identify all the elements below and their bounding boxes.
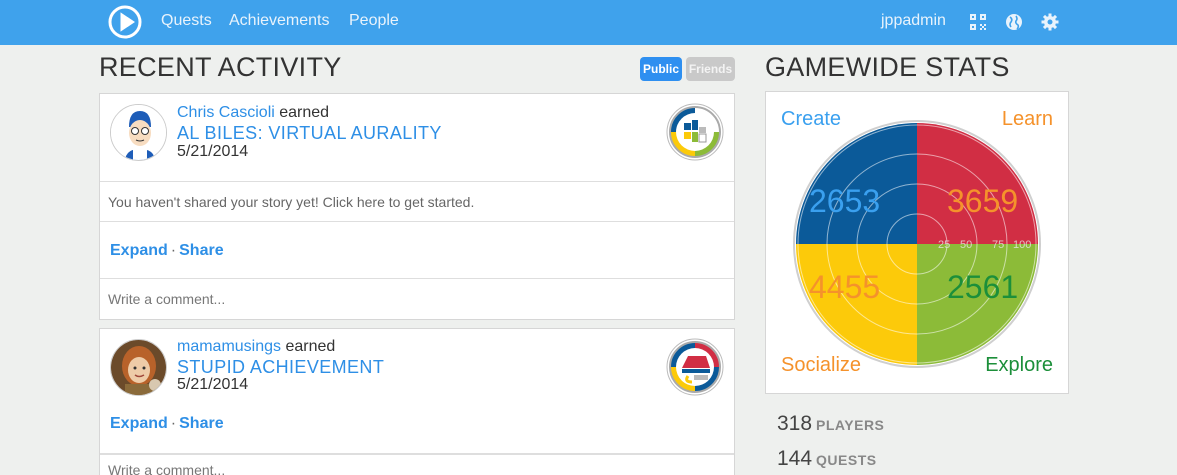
user-menu-link[interactable]: jppadmin — [881, 12, 946, 30]
nav-people-link[interactable]: People — [349, 12, 399, 30]
ring-label: 25 — [938, 239, 950, 251]
achievement-badge-icon[interactable] — [666, 103, 724, 161]
recent-activity-heading: RECENT ACTIVITY — [99, 52, 342, 82]
explore-value: 2561 — [947, 269, 1018, 305]
top-nav: Quests Achievements People jppadmin — [0, 0, 1177, 45]
gamewide-stats-heading: GAMEWIDE STATS — [765, 52, 1010, 82]
separator: · — [170, 415, 177, 432]
socialize-value: 4455 — [809, 269, 880, 305]
story-prompt[interactable]: You haven't shared your story yet! Click… — [100, 182, 734, 222]
quests-stat: 144 QUESTS — [777, 447, 877, 471]
activity-header: Chris Cascioli earned AL BILES: VIRTUAL … — [100, 94, 734, 182]
app-logo-icon[interactable] — [108, 5, 142, 39]
filter-public-button[interactable]: Public — [640, 57, 682, 81]
learn-label: Learn — [1001, 108, 1053, 130]
ring-label: 100 — [1013, 239, 1031, 251]
quests-count: 144 — [777, 447, 813, 470]
ring-label: 75 — [992, 239, 1004, 251]
explore-label: Explore — [985, 354, 1053, 376]
activity-date: 5/21/2014 — [177, 376, 249, 393]
filter-friends-button[interactable]: Friends — [686, 57, 735, 81]
user-name-link[interactable]: Chris Cascioli — [177, 104, 275, 121]
globe-icon[interactable] — [1005, 13, 1023, 31]
create-label: Create — [781, 108, 842, 130]
nav-achievements-link[interactable]: Achievements — [229, 12, 330, 30]
achievement-badge-icon[interactable] — [666, 338, 724, 396]
learn-value: 3659 — [947, 183, 1018, 219]
share-link[interactable]: Share — [179, 242, 223, 259]
avatar[interactable] — [110, 104, 167, 161]
nav-quests-link[interactable]: Quests — [161, 12, 212, 30]
earned-text: earned — [279, 104, 330, 121]
stats-card: 25 50 75 100 2653 3659 4455 2561 Create … — [765, 91, 1069, 394]
user-name-link[interactable]: mamamusings — [177, 338, 281, 355]
players-stat: 318 PLAYERS — [777, 412, 884, 436]
card-actions: Expand · Share — [100, 406, 734, 442]
comment-row: Write a comment... — [100, 454, 734, 475]
actions-row: Expand · Share — [100, 406, 734, 454]
activity-header: mamamusings earned STUPID ACHIEVEMENT 5/… — [100, 329, 734, 406]
stats-radial-chart: 25 50 75 100 2653 3659 4455 2561 — [793, 120, 1041, 368]
gear-icon[interactable] — [1041, 13, 1059, 31]
comment-row: Write a comment... — [100, 279, 734, 319]
activity-card: Chris Cascioli earned AL BILES: VIRTUAL … — [99, 93, 735, 320]
comment-input[interactable]: Write a comment... — [100, 279, 734, 319]
activity-date: 5/21/2014 — [177, 143, 249, 160]
expand-link[interactable]: Expand — [110, 415, 168, 432]
share-link[interactable]: Share — [179, 415, 223, 432]
quests-label: QUESTS — [816, 452, 877, 468]
separator: · — [170, 242, 177, 259]
activity-user-line: Chris Cascioli earned — [177, 104, 329, 122]
activity-user-line: mamamusings earned — [177, 338, 335, 356]
actions-row: Expand · Share — [100, 222, 734, 279]
qr-code-icon[interactable] — [969, 13, 987, 31]
card-actions: Expand · Share — [100, 222, 734, 279]
earned-text: earned — [285, 338, 336, 355]
activity-card: mamamusings earned STUPID ACHIEVEMENT 5/… — [99, 328, 735, 475]
avatar[interactable] — [110, 339, 167, 396]
players-label: PLAYERS — [816, 417, 885, 433]
create-value: 2653 — [809, 183, 880, 219]
socialize-label: Socialize — [781, 354, 862, 376]
players-count: 318 — [777, 412, 813, 435]
achievement-title-link[interactable]: STUPID ACHIEVEMENT — [177, 357, 384, 378]
comment-input[interactable]: Write a comment... — [100, 455, 734, 475]
ring-label: 50 — [960, 239, 972, 251]
expand-link[interactable]: Expand — [110, 242, 168, 259]
achievement-title-link[interactable]: AL BILES: VIRTUAL AURALITY — [177, 123, 442, 144]
story-prompt-row[interactable]: You haven't shared your story yet! Click… — [100, 182, 734, 222]
